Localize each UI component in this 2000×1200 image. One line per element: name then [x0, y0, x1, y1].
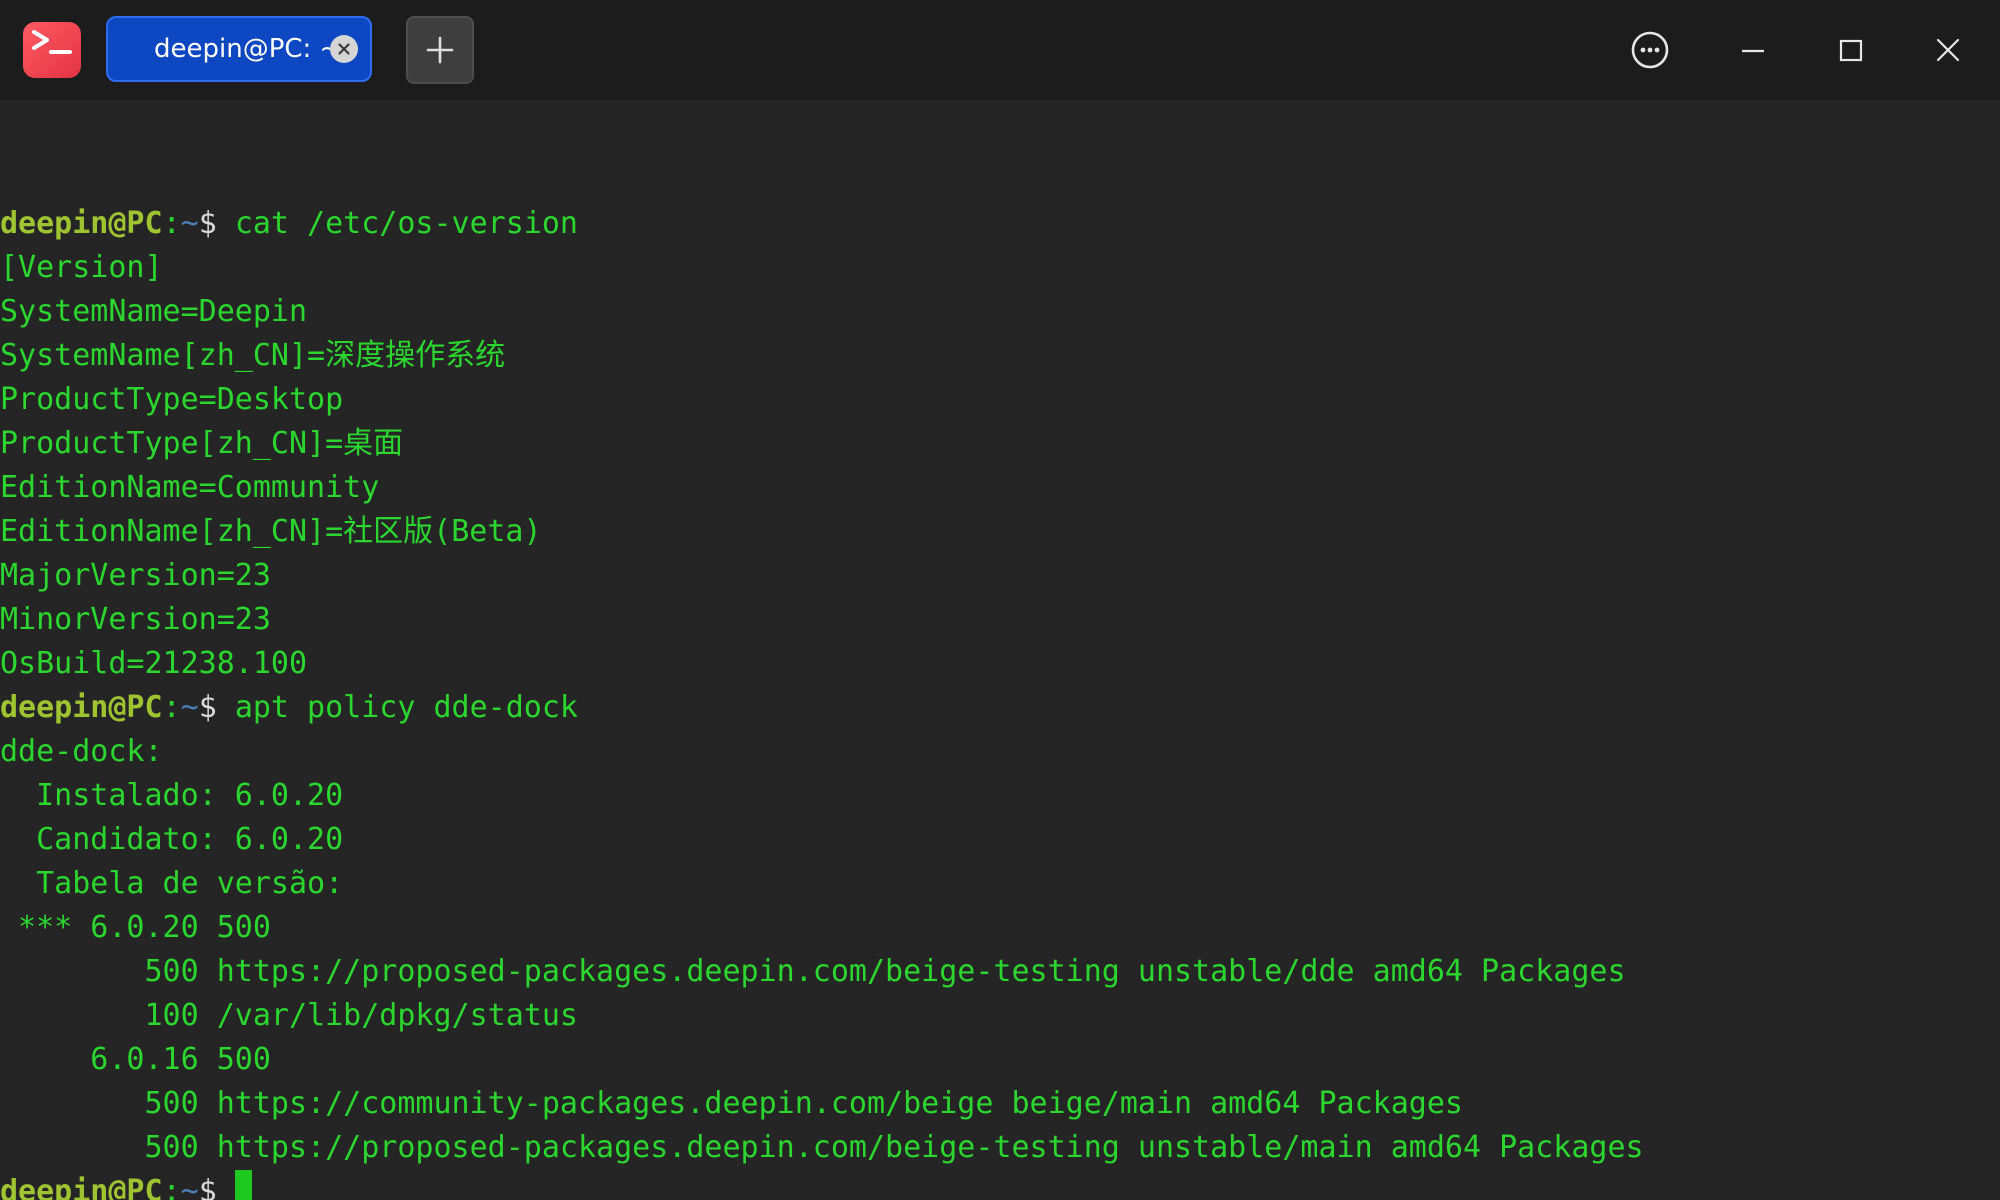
- command-text: apt policy dde-dock: [234, 690, 578, 725]
- more-options-icon: [1631, 31, 1669, 69]
- output-line: MinorVersion=23: [0, 602, 271, 637]
- prompt-user: deepin@PC: [0, 690, 163, 725]
- prompt-colon: :: [162, 1174, 181, 1200]
- plus-icon: [426, 36, 454, 64]
- tab-label: deepin@PC: ~: [154, 34, 342, 64]
- prompt-dollar: $: [198, 1174, 235, 1200]
- maximize-icon: [1839, 39, 1863, 62]
- prompt-line: deepin@PC:~$ cat /etc/os-version: [0, 202, 578, 246]
- output-line: ProductType[zh_CN]=桌面: [0, 426, 404, 461]
- prompt-user: deepin@PC: [0, 206, 163, 241]
- output-line: SystemName=Deepin: [0, 294, 308, 329]
- close-circle-icon[interactable]: [330, 35, 358, 63]
- output-line: 500 https://community-packages.deepin.co…: [0, 1086, 1463, 1121]
- output-line: ProductType=Desktop: [0, 382, 344, 417]
- menu-button[interactable]: [1620, 20, 1680, 80]
- title-bar[interactable]: deepin@PC: ~: [0, 0, 2000, 100]
- output-line: SystemName[zh_CN]=深度操作系统: [0, 338, 506, 373]
- output-line: Candidato: 6.0.20: [0, 822, 344, 857]
- output-line: *** 6.0.20 500: [0, 910, 271, 945]
- maximize-button[interactable]: [1820, 20, 1880, 80]
- prompt-line: deepin@PC:~$ apt policy dde-dock: [0, 686, 578, 730]
- prompt-colon: :: [162, 206, 181, 241]
- output-line: OsBuild=21238.100: [0, 646, 308, 681]
- output-line: [Version]: [0, 250, 163, 285]
- output-line: Tabela de versão:: [0, 866, 344, 901]
- prompt-path: ~: [180, 206, 199, 241]
- output-line: 500 https://proposed-packages.deepin.com…: [0, 954, 1626, 989]
- output-line: Instalado: 6.0.20: [0, 778, 344, 813]
- terminal-app-icon[interactable]: [23, 22, 81, 78]
- prompt-path: ~: [180, 1174, 199, 1200]
- minimize-icon: [1742, 49, 1764, 53]
- prompt-line: deepin@PC:~$: [0, 1170, 252, 1200]
- minimize-button[interactable]: [1722, 20, 1782, 80]
- output-line: EditionName[zh_CN]=社区版(Beta): [0, 514, 542, 549]
- output-line: dde-dock:: [0, 734, 163, 769]
- output-line: MajorVersion=23: [0, 558, 271, 593]
- command-text: cat /etc/os-version: [234, 206, 578, 241]
- prompt-colon: :: [162, 690, 181, 725]
- terminal-output-area[interactable]: deepin@PC:~$ cat /etc/os-version [Versio…: [0, 100, 2000, 1200]
- close-button[interactable]: [1918, 20, 1978, 80]
- output-line: EditionName=Community: [0, 470, 380, 505]
- text-cursor: [234, 1170, 252, 1200]
- output-line: 100 /var/lib/dpkg/status: [0, 998, 578, 1033]
- prompt-user: deepin@PC: [0, 1174, 163, 1200]
- close-icon: [1936, 38, 1960, 62]
- new-tab-button[interactable]: [406, 16, 474, 84]
- terminal-window: deepin@PC: ~ deepin@PC:~$ cat /etc/os-ve…: [0, 0, 2000, 1200]
- prompt-dollar: $: [198, 206, 235, 241]
- prompt-dollar: $: [198, 690, 235, 725]
- tab-terminal[interactable]: deepin@PC: ~: [106, 16, 372, 82]
- output-line: 500 https://proposed-packages.deepin.com…: [0, 1130, 1644, 1165]
- output-line: 6.0.16 500: [0, 1042, 271, 1077]
- prompt-path: ~: [180, 690, 199, 725]
